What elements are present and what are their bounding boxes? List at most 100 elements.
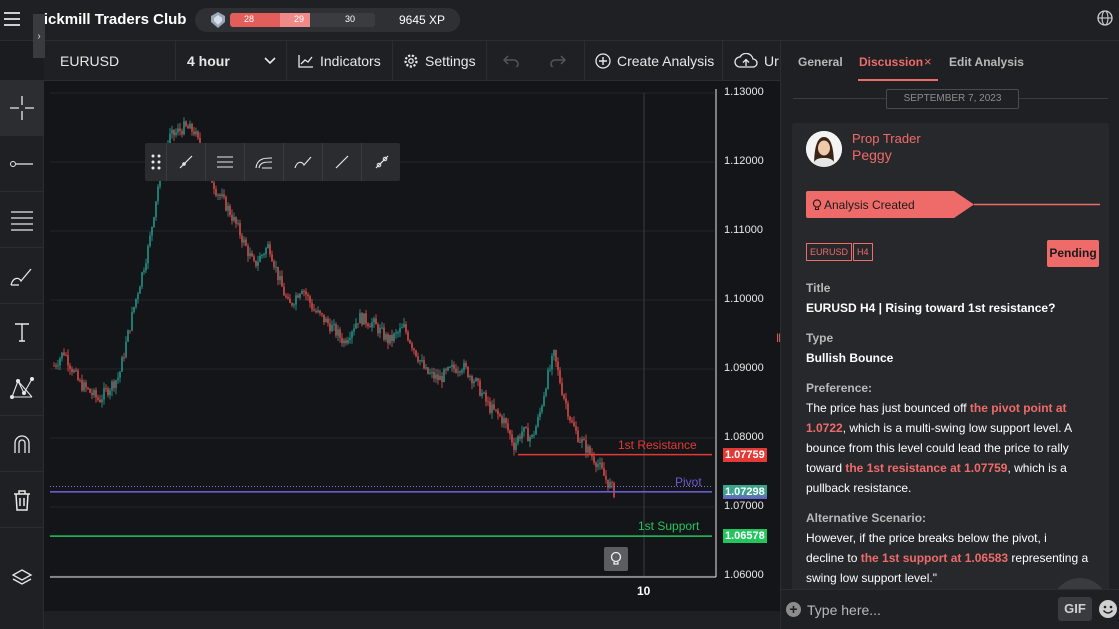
drag-handle[interactable] [145,143,167,181]
float-tool-parallel-channel[interactable] [206,143,245,181]
candle [383,327,385,340]
candle [353,328,355,332]
floating-drawing-toolbar [145,143,400,181]
symbol-selector[interactable]: EURUSD [60,41,119,81]
tool-brush[interactable] [0,248,44,304]
candle [263,254,265,256]
emoji-icon[interactable] [1098,599,1118,619]
tool-horizontal-line[interactable] [0,136,44,192]
float-tool-trend-line[interactable] [323,143,362,181]
layers-icon [11,569,33,585]
candle [55,365,57,367]
indicators-button[interactable]: Indicators [298,41,381,81]
panel-resize-handle[interactable]: ‖ [776,331,784,345]
upload-button[interactable]: Ur [734,41,779,81]
brush-icon [294,156,312,169]
candle [285,295,287,297]
candle [521,431,523,439]
create-analysis-button[interactable]: Create Analysis [595,41,714,81]
attach-plus-icon[interactable]: + [786,602,801,617]
candle [155,201,157,218]
candle [325,318,327,323]
timeframe-select[interactable]: 4 hour [187,41,277,81]
undo-button[interactable] [503,41,525,81]
tool-layers[interactable] [0,550,44,606]
tab-general[interactable]: General [798,55,843,69]
candle [577,430,579,442]
redo-button[interactable] [550,41,572,81]
settings-button[interactable]: Settings [403,41,476,81]
candle [141,272,143,287]
top-bar: Tickmill Traders Club 28 29 30 9645 XP [0,0,1119,41]
user-name[interactable]: Peggy [852,147,892,163]
candle [293,304,295,306]
candle [489,401,491,413]
user-role: Prop Trader [852,131,921,146]
candle [135,298,137,307]
candle [307,294,309,297]
tool-fib-lines[interactable] [0,192,44,248]
candle [609,482,611,488]
user-avatar-icon [806,131,842,167]
candle [101,399,103,403]
expand-toolbar-chevron-icon[interactable]: › [33,14,45,58]
candle [469,376,471,378]
candle [83,382,85,391]
level-label: 1st Resistance [618,437,697,452]
float-tool-extended-line[interactable] [362,143,401,181]
tab-edit-analysis[interactable]: Edit Analysis [949,55,1024,69]
candle [575,426,577,431]
candle [491,404,493,413]
tool-crosshair[interactable] [0,80,44,136]
candle [267,244,269,249]
tab-discussion[interactable]: Discussion [859,55,923,69]
candle [275,266,277,268]
candle [439,375,441,381]
analysis-type: Bullish Bounce [806,351,894,365]
lightbulb-icon [610,551,622,565]
cloud-upload-icon [734,53,758,68]
candle [605,475,607,480]
tool-delete[interactable] [0,472,44,528]
float-tool-pitchfork[interactable] [245,143,284,181]
tool-magnet[interactable] [0,416,44,472]
candle [569,416,571,421]
candle [157,186,159,202]
close-icon[interactable]: × [924,54,932,69]
tool-text[interactable] [0,304,44,360]
candle [539,411,541,417]
candle [53,365,55,367]
candle [85,382,87,388]
float-tool-ray[interactable] [167,143,206,181]
candle [327,318,329,324]
candle [183,121,185,135]
candle [425,367,427,369]
candle [343,340,345,344]
candle [557,361,559,371]
candle [561,382,563,395]
candle [475,378,477,382]
candle [95,390,97,398]
menu-icon[interactable] [4,12,20,26]
trash-icon [14,489,30,511]
float-tool-brush[interactable] [284,143,323,181]
candle [67,355,69,366]
tool-pattern[interactable] [0,360,44,416]
gif-button[interactable]: GIF [1058,597,1092,621]
candle [107,388,109,396]
message-input[interactable] [807,598,1047,622]
candle [81,380,83,391]
candle [119,371,121,378]
price-chart[interactable]: 1.13000 1.12000 1.11000 1.10000 1.09000 1.080… [44,81,780,611]
avatar[interactable] [806,131,842,167]
candle [471,376,473,384]
candle [235,217,237,224]
candle [523,427,525,432]
globe-icon[interactable] [1097,10,1113,26]
candle [75,370,77,372]
alternative-label: Alternative Scenario: [806,511,927,525]
candle [357,323,359,325]
candle [217,194,219,196]
idea-button[interactable] [604,547,628,571]
candle [137,293,139,299]
